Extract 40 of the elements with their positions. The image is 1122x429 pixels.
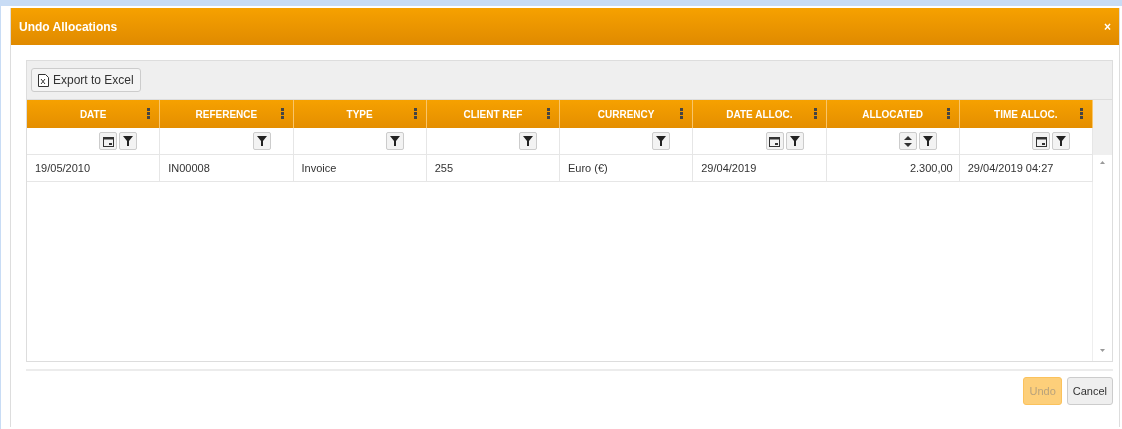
column-header[interactable]: CLIENT REF bbox=[426, 100, 560, 128]
filter-icon[interactable] bbox=[519, 132, 537, 150]
column-header[interactable]: CURRENCY bbox=[560, 100, 694, 128]
column-header[interactable]: ALLOCATED bbox=[826, 100, 960, 128]
column-header[interactable]: TIME ALLOC. bbox=[959, 100, 1093, 128]
table-cell: 255 bbox=[426, 155, 560, 182]
column-header[interactable]: DATE ALLOC. bbox=[693, 100, 827, 128]
filter-icon[interactable] bbox=[252, 132, 271, 150]
calendar-icon[interactable] bbox=[765, 132, 784, 150]
column-menu-icon[interactable] bbox=[280, 108, 284, 119]
column-header[interactable]: TYPE bbox=[293, 100, 427, 128]
column-menu-icon[interactable] bbox=[413, 108, 417, 119]
export-button[interactable]: Export to Excel bbox=[31, 68, 141, 92]
filter-icon[interactable] bbox=[1052, 132, 1070, 150]
filter-icon[interactable] bbox=[385, 132, 404, 150]
column-menu-icon[interactable] bbox=[147, 108, 151, 119]
cancel-button[interactable]: Cancel bbox=[1066, 377, 1113, 405]
column-menu-icon[interactable] bbox=[680, 108, 684, 119]
spinner-icon[interactable] bbox=[898, 132, 917, 150]
table-cell: 2.300,00 bbox=[826, 155, 960, 182]
table-cell: 19/05/2010 bbox=[27, 155, 161, 182]
table-cell: Euro (€) bbox=[560, 155, 694, 182]
table-cell: 29/04/2019 bbox=[693, 155, 827, 182]
window-title: Undo Allocations bbox=[19, 19, 118, 34]
table-cell: IN00008 bbox=[160, 155, 294, 182]
column-menu-icon[interactable] bbox=[547, 108, 550, 119]
filter-icon[interactable] bbox=[119, 132, 138, 150]
excel-file-icon bbox=[38, 73, 49, 87]
calendar-icon[interactable] bbox=[99, 132, 118, 150]
column-menu-icon[interactable] bbox=[1080, 108, 1083, 119]
table-cell: Invoice bbox=[293, 155, 427, 182]
column-header[interactable]: REFERENCE bbox=[160, 100, 294, 128]
column-menu-icon[interactable] bbox=[946, 108, 950, 119]
column-header[interactable]: DATE bbox=[27, 100, 161, 128]
filter-icon[interactable] bbox=[652, 132, 671, 150]
filter-icon[interactable] bbox=[918, 132, 937, 150]
calendar-icon[interactable] bbox=[1032, 132, 1050, 150]
filter-icon[interactable] bbox=[785, 132, 804, 150]
close-button[interactable]: × bbox=[1104, 19, 1111, 34]
column-menu-icon[interactable] bbox=[813, 108, 817, 119]
